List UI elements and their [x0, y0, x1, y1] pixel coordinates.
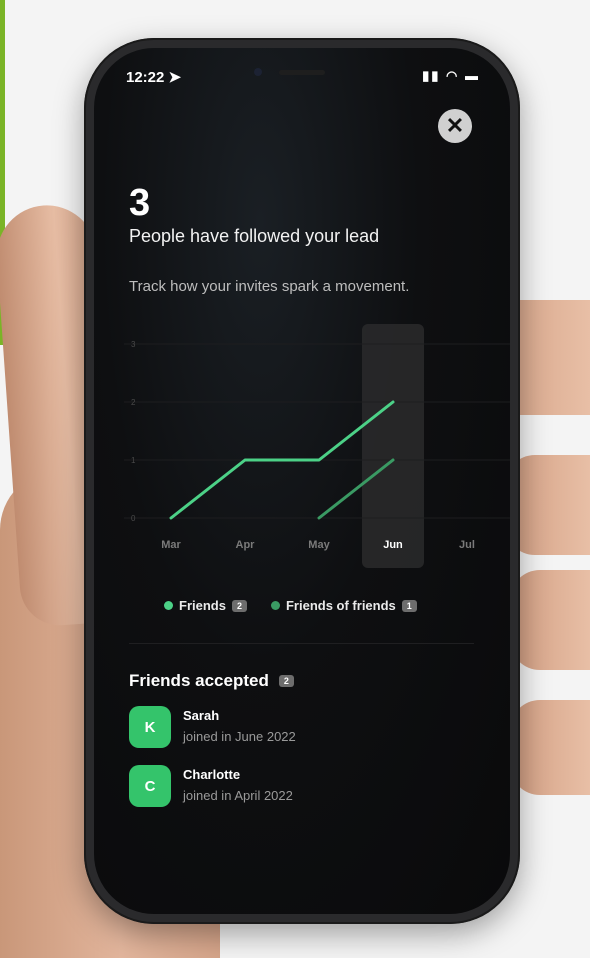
friend-name: Sarah — [183, 708, 220, 723]
section-title-label: Friends accepted — [129, 671, 269, 690]
legend-friends-label: Friends — [179, 598, 226, 613]
avatar: C — [129, 765, 171, 807]
legend-friends: Friends 2 — [164, 598, 247, 613]
x-tick-label: May — [308, 539, 330, 551]
headline: People have followed your lead — [129, 226, 380, 246]
friend-item-sarah[interactable]: K Sarah joined in June 2022 — [129, 706, 296, 748]
x-tick-label: Mar — [161, 539, 181, 551]
legend-fof-count: 1 — [401, 599, 417, 612]
earpiece-speaker — [279, 70, 325, 75]
friend-joined: joined in June 2022 — [183, 729, 296, 744]
friends-accepted-count: 2 — [278, 675, 294, 687]
status-time: 12:22 ➤ — [126, 69, 182, 86]
x-tick-label: Jul — [459, 539, 475, 551]
y-tick-label: 0 — [131, 514, 136, 523]
phone-screen: 12:22 ➤ ▮▮ ◠ ▬ ✕ 3 People have followed … — [94, 48, 510, 914]
avatar: K — [129, 706, 171, 748]
y-tick-label: 1 — [131, 456, 136, 465]
legend-friends-of-friends: Friends of friends 1 — [270, 598, 417, 613]
followers-count: 3 — [129, 182, 151, 224]
close-icon[interactable]: ✕ — [438, 109, 472, 143]
status-icons: ▮▮ ◠ ▬ — [422, 68, 480, 83]
subtext: Track how your invites spark a movement. — [129, 278, 410, 295]
legend-fof-label: Friends of friends — [285, 598, 396, 613]
friend-joined: joined in April 2022 — [183, 788, 293, 803]
friends-dot-icon — [164, 601, 173, 610]
divider — [129, 643, 474, 644]
chart-legend: Friends 2 Friends of friends 1 — [164, 598, 417, 613]
front-camera — [254, 68, 262, 76]
friends-of-friends-dot-icon — [270, 601, 280, 610]
finger — [510, 570, 590, 670]
highlight-column — [362, 324, 424, 568]
friend-item-charlotte[interactable]: C Charlotte joined in April 2022 — [129, 765, 293, 807]
y-tick-label: 3 — [131, 340, 136, 349]
friends-accepted-title: Friends accepted 2 — [129, 671, 294, 691]
finger — [510, 700, 590, 795]
legend-friends-count: 2 — [231, 599, 247, 612]
followers-chart: 0 1 2 3 Mar Apr May Jun Jul — [124, 324, 510, 568]
x-tick-label: Jun — [383, 539, 403, 551]
y-tick-label: 2 — [131, 398, 136, 407]
x-tick-label: Apr — [236, 539, 256, 551]
friend-name: Charlotte — [183, 767, 241, 782]
